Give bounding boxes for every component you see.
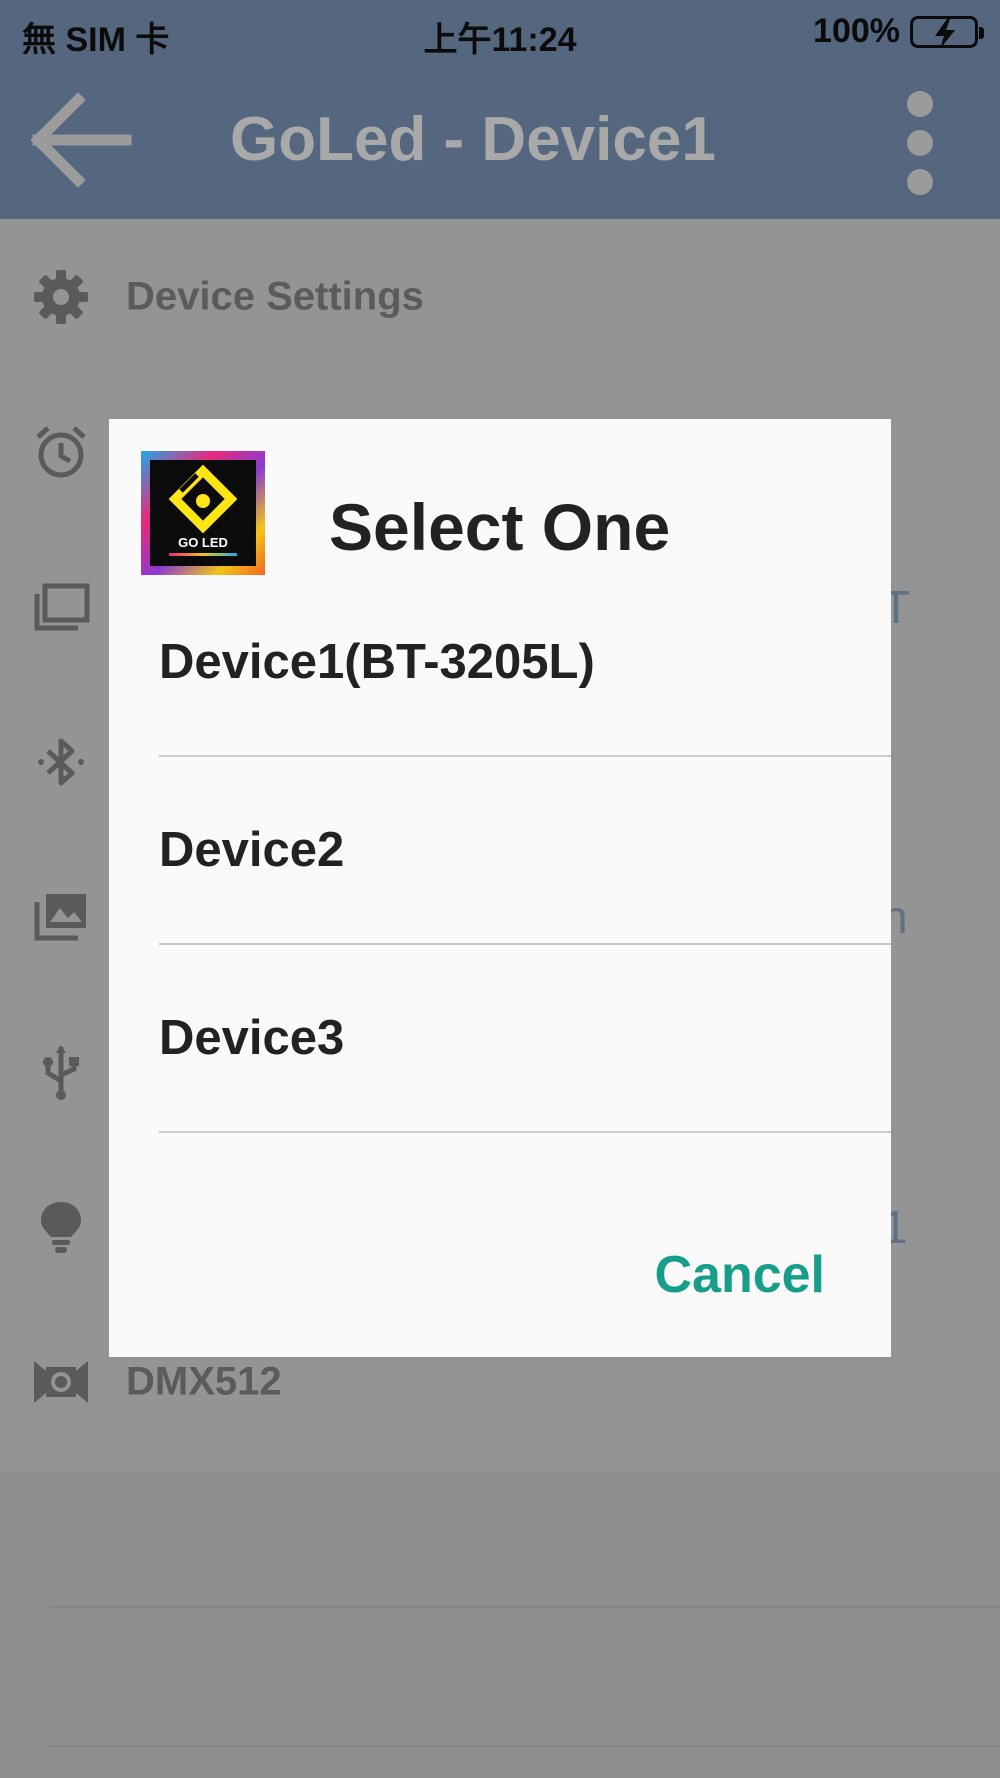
device-option[interactable]: Device2 bbox=[159, 757, 891, 945]
select-device-dialog: GO LED Select One Device1(BT-3205L) Devi… bbox=[109, 419, 891, 1357]
folders-icon bbox=[32, 578, 90, 636]
menu-item-label: Device Settings bbox=[126, 274, 424, 318]
battery-percent: 100% bbox=[813, 12, 900, 50]
lightbulb-icon bbox=[32, 1198, 90, 1256]
status-bar: 無 SIM 卡 上午11:24 100% bbox=[0, 0, 1000, 64]
app-bar: GoLed - Device1 bbox=[0, 64, 1000, 219]
device-option[interactable]: Device3 bbox=[159, 945, 891, 1133]
arrow-left-icon[interactable] bbox=[26, 90, 136, 190]
photos-icon bbox=[32, 888, 90, 946]
goled-logo: GO LED bbox=[141, 451, 265, 575]
cancel-button[interactable]: Cancel bbox=[654, 1245, 825, 1305]
battery-charging-icon bbox=[910, 15, 984, 49]
device-option-label: Device1(BT-3205L) bbox=[159, 635, 595, 689]
app-title: GoLed - Device1 bbox=[230, 105, 716, 174]
logo-text: GO LED bbox=[178, 535, 228, 550]
device-option-label: Device3 bbox=[159, 1011, 345, 1065]
battery-status: 100% bbox=[813, 12, 984, 51]
device-option[interactable]: Device1(BT-3205L) bbox=[159, 569, 891, 757]
bluetooth-icon bbox=[32, 733, 90, 791]
spotlight-icon bbox=[32, 1353, 90, 1411]
divider bbox=[50, 1606, 1000, 1608]
menu-item-label: DMX512 bbox=[126, 1359, 282, 1403]
dialog-title: Select One bbox=[329, 490, 671, 564]
usb-icon bbox=[32, 1043, 90, 1101]
list-footer-area bbox=[0, 1471, 1000, 1778]
divider bbox=[50, 1745, 1000, 1747]
alarm-clock-icon bbox=[32, 423, 90, 481]
gear-icon bbox=[32, 268, 90, 326]
menu-item-device-settings[interactable]: Device Settings bbox=[0, 219, 1000, 374]
device-option-label: Device2 bbox=[159, 823, 345, 877]
more-vertical-icon[interactable] bbox=[900, 88, 940, 198]
